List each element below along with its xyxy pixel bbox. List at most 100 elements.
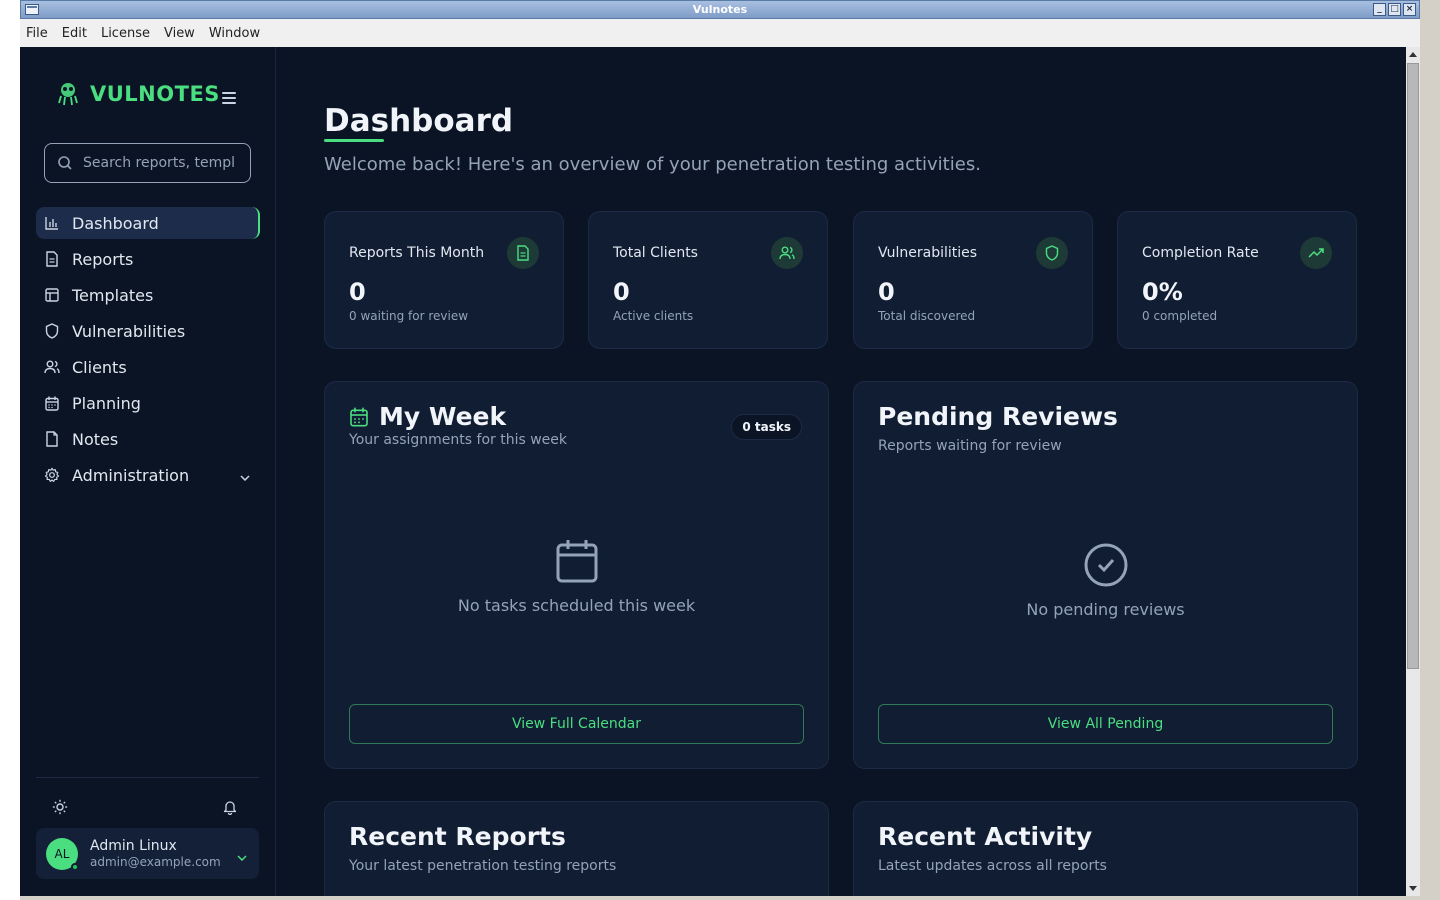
- shield-icon: [44, 323, 60, 339]
- stat-card-vulnerabilities: Vulnerabilities 0 Total discovered: [853, 211, 1093, 349]
- vertical-scrollbar[interactable]: [1406, 47, 1420, 896]
- menu-edit[interactable]: Edit: [62, 26, 87, 41]
- title-underline: [324, 139, 384, 142]
- theme-toggle-icon[interactable]: [52, 799, 68, 819]
- view-all-pending-button[interactable]: View All Pending: [878, 704, 1333, 744]
- user-name: Admin Linux: [90, 838, 177, 854]
- search-input[interactable]: [83, 155, 243, 171]
- gear-icon: [44, 467, 60, 483]
- sidebar-item-notes[interactable]: Notes: [36, 423, 260, 455]
- stat-desc: Total discovered: [878, 309, 976, 323]
- recent-reports-title: Recent Reports: [349, 822, 566, 851]
- menu-toggle-icon[interactable]: [222, 92, 236, 104]
- scroll-down-arrow-icon[interactable]: [1409, 886, 1417, 891]
- sidebar-nav: Dashboard Reports Templates Vulnerabilit…: [36, 207, 260, 495]
- layout-icon: [44, 287, 60, 303]
- avatar: AL: [46, 837, 79, 871]
- user-email: admin@example.com: [90, 855, 221, 869]
- online-status-dot: [71, 862, 79, 871]
- trending-up-icon: [1300, 237, 1332, 269]
- bar-chart-icon: [44, 215, 60, 231]
- recent-activity-panel: Recent Activity Latest updates across al…: [853, 801, 1358, 896]
- stat-value: 0: [349, 278, 366, 306]
- sidebar-item-label: Vulnerabilities: [72, 321, 186, 341]
- panel-title: My Week: [349, 402, 506, 431]
- pending-reviews-subtitle: Reports waiting for review: [878, 438, 1062, 454]
- calendar-icon: [44, 395, 60, 411]
- brand[interactable]: VULNOTES: [56, 81, 220, 107]
- stat-value: 0%: [1142, 278, 1183, 306]
- window-bottom-edge: [20, 896, 1420, 900]
- note-icon: [44, 431, 60, 447]
- sidebar-item-label: Notes: [72, 429, 119, 449]
- my-week-panel: My Week Your assignments for this week 0…: [324, 381, 829, 769]
- brand-name: VULNOTES: [90, 82, 220, 106]
- sidebar-item-planning[interactable]: Planning: [36, 387, 260, 419]
- scroll-up-arrow-icon[interactable]: [1409, 52, 1417, 57]
- user-menu[interactable]: AL Admin Linux admin@example.com: [36, 828, 259, 879]
- maximize-button[interactable]: □: [1388, 3, 1401, 16]
- stat-label: Total Clients: [613, 245, 698, 261]
- page-title: Dashboard: [324, 103, 514, 139]
- stat-card-completion: Completion Rate 0% 0 completed: [1117, 211, 1357, 349]
- sidebar-item-label: Administration: [72, 465, 190, 485]
- menu-file[interactable]: File: [26, 26, 48, 41]
- sidebar-item-vulnerabilities[interactable]: Vulnerabilities: [36, 315, 260, 347]
- scrollbar-thumb[interactable]: [1407, 63, 1419, 669]
- sidebar-item-administration[interactable]: Administration: [36, 459, 260, 491]
- avatar-initials: AL: [54, 846, 70, 861]
- file-text-icon: [507, 237, 539, 269]
- my-week-subtitle: Your assignments for this week: [349, 432, 567, 448]
- pending-empty-state: No pending reviews: [854, 542, 1357, 619]
- close-button[interactable]: ×: [1403, 3, 1416, 16]
- sidebar-item-label: Reports: [72, 249, 134, 269]
- sidebar-item-reports[interactable]: Reports: [36, 243, 260, 275]
- desktop-left-strip: [0, 0, 20, 900]
- stat-card-clients: Total Clients 0 Active clients: [588, 211, 828, 349]
- sidebar-item-clients[interactable]: Clients: [36, 351, 260, 383]
- window-title: Vulnotes: [692, 3, 748, 16]
- menu-window[interactable]: Window: [209, 26, 260, 41]
- pending-reviews-title: Pending Reviews: [878, 402, 1118, 431]
- bell-icon[interactable]: [222, 799, 238, 819]
- menu-view[interactable]: View: [164, 26, 195, 41]
- window-titlebar[interactable]: Vulnotes _ □ ×: [20, 0, 1420, 19]
- my-week-empty-state: No tasks scheduled this week: [325, 538, 828, 615]
- sidebar-item-templates[interactable]: Templates: [36, 279, 260, 311]
- minimize-button[interactable]: _: [1373, 3, 1386, 16]
- stat-desc: 0 completed: [1142, 309, 1218, 323]
- sidebar-item-label: Dashboard: [72, 213, 159, 233]
- sidebar-divider: [36, 777, 259, 778]
- empty-message: No tasks scheduled this week: [457, 596, 696, 615]
- stat-label: Reports This Month: [349, 245, 485, 261]
- calendar-icon: [349, 407, 369, 427]
- stat-label: Completion Rate: [1142, 245, 1259, 261]
- search-box[interactable]: [44, 143, 251, 183]
- chevron-down-icon: [237, 846, 247, 865]
- chevron-down-icon: [240, 466, 250, 485]
- sidebar-item-label: Planning: [72, 393, 141, 413]
- shield-icon: [1036, 237, 1068, 269]
- calendar-empty-icon: [556, 540, 597, 583]
- menubar: File Edit License View Window: [20, 19, 1420, 47]
- stat-desc: 0 waiting for review: [349, 309, 469, 323]
- pending-reviews-panel: Pending Reviews Reports waiting for revi…: [853, 381, 1358, 769]
- stat-desc: Active clients: [613, 309, 694, 323]
- page-subtitle: Welcome back! Here's an overview of your…: [324, 154, 981, 175]
- sidebar-item-label: Clients: [72, 357, 127, 377]
- stat-card-reports: Reports This Month 0 0 waiting for revie…: [324, 211, 564, 349]
- sidebar-item-dashboard[interactable]: Dashboard: [36, 207, 260, 239]
- users-icon: [44, 359, 60, 375]
- sidebar-item-label: Templates: [72, 285, 154, 305]
- my-week-title: My Week: [379, 402, 507, 431]
- stat-value: 0: [878, 278, 895, 306]
- recent-activity-title: Recent Activity: [878, 822, 1093, 851]
- sidebar-tools: [52, 799, 246, 816]
- view-full-calendar-button[interactable]: View Full Calendar: [349, 704, 804, 744]
- recent-activity-subtitle: Latest updates across all reports: [878, 858, 1107, 874]
- stat-value: 0: [613, 278, 630, 306]
- brand-logo-icon: [56, 81, 80, 107]
- menu-license[interactable]: License: [101, 26, 150, 41]
- recent-reports-subtitle: Your latest penetration testing reports: [349, 858, 617, 874]
- search-icon: [58, 156, 72, 170]
